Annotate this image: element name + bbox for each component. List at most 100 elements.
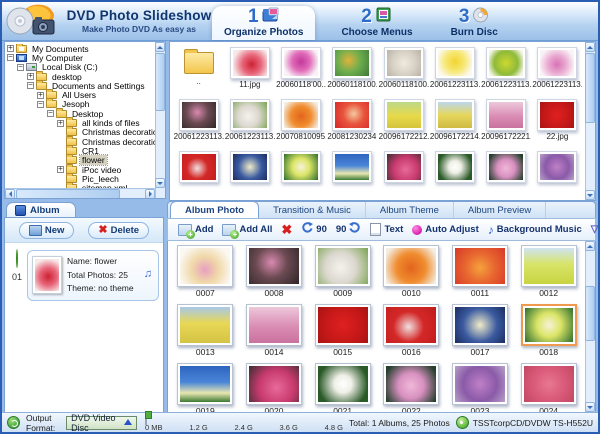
photo-item-0022[interactable]: 0022: [377, 360, 446, 412]
add-photo-button[interactable]: Add: [178, 224, 213, 236]
scroll-down-icon[interactable]: [155, 178, 165, 188]
file-item[interactable]: [378, 148, 429, 200]
photo-item-0010[interactable]: 0010: [377, 242, 446, 301]
step-organize-photos[interactable]: 1 Organize Photos: [212, 6, 315, 40]
photo-item-0008[interactable]: 0008: [240, 242, 309, 301]
rotate-right-button[interactable]: 90: [336, 222, 362, 237]
rotate-left-button[interactable]: 90: [301, 222, 327, 237]
files-vertical-scrollbar[interactable]: [585, 42, 595, 200]
file-item[interactable]: 20061223113...: [224, 96, 275, 148]
tree-item-pic-leech[interactable]: Pic_leech: [6, 174, 155, 183]
photo-item-0018[interactable]: 0018: [514, 301, 583, 360]
collapse-icon[interactable]: −: [7, 54, 14, 61]
photo-item-0016[interactable]: 0016: [377, 301, 446, 360]
auto-adjust-button[interactable]: Auto Adjust: [412, 224, 478, 235]
file-item[interactable]: 20061223113...: [173, 96, 224, 148]
photo-item-0023[interactable]: 0023: [446, 360, 515, 412]
photo-item-0013[interactable]: 0013: [171, 301, 240, 360]
file-item[interactable]: [429, 148, 480, 200]
album-tab[interactable]: Album: [6, 202, 76, 218]
expand-icon[interactable]: +: [7, 45, 14, 52]
tree-item-jesoph[interactable]: −Jesoph: [6, 100, 155, 109]
new-album-button[interactable]: New: [19, 222, 75, 239]
scroll-left-icon[interactable]: [5, 189, 15, 199]
add-all-button[interactable]: Add All: [222, 224, 272, 236]
tab-transition-music[interactable]: Transition & Music: [259, 202, 366, 218]
photo-item-0019[interactable]: 0019: [171, 360, 240, 412]
tree-vscroll-thumb[interactable]: [155, 53, 165, 111]
scroll-up-icon[interactable]: [585, 241, 595, 251]
step-choose-menus[interactable]: 2 Choose Menus: [329, 6, 424, 40]
file-item[interactable]: 20061223113...: [429, 44, 480, 96]
file-item[interactable]: 11.jpg: [224, 44, 275, 96]
step-burn-disc[interactable]: 3 Burn Disc: [439, 6, 510, 40]
delete-album-button[interactable]: ✖ Delete: [88, 222, 149, 239]
tree-item-flower[interactable]: flower: [6, 156, 155, 165]
photo-item-0012[interactable]: 0012: [514, 242, 583, 301]
file-item[interactable]: 20061223113...: [532, 44, 583, 96]
photos-vertical-scrollbar[interactable]: [585, 241, 595, 412]
file-item[interactable]: 20096172212...: [378, 96, 429, 148]
expand-icon[interactable]: +: [27, 73, 34, 80]
file-item[interactable]: 20060118100...: [378, 44, 429, 96]
file-item[interactable]: [276, 148, 327, 200]
scroll-up-icon[interactable]: [585, 42, 595, 52]
file-item[interactable]: [481, 148, 532, 200]
file-item[interactable]: 20060118100...: [327, 44, 378, 96]
scroll-up-icon[interactable]: [155, 42, 165, 52]
tree-vertical-scrollbar[interactable]: [155, 42, 165, 198]
file-item[interactable]: [224, 148, 275, 200]
collapse-icon[interactable]: −: [27, 82, 34, 89]
tree-item-all-kinds-of-files[interactable]: +all kinds of files: [6, 118, 155, 127]
file-item[interactable]: 20096172214...: [429, 96, 480, 148]
text-button[interactable]: Text: [370, 223, 403, 236]
tree-horizontal-scrollbar[interactable]: [5, 188, 155, 198]
photo-item-0009[interactable]: 0009: [308, 242, 377, 301]
tab-album-photo[interactable]: Album Photo: [170, 201, 259, 218]
album-card[interactable]: Name: flower Total Photos: 25 Theme: no …: [27, 250, 159, 301]
output-format-dropdown[interactable]: DVD Video Disc: [66, 416, 137, 430]
tree-item-my-computer[interactable]: −My Computer: [6, 53, 155, 62]
file-item[interactable]: 20070810095...: [276, 96, 327, 148]
photo-item-0017[interactable]: 0017: [446, 301, 515, 360]
album-list-item[interactable]: 01 Name: flower Total Photos: 25 Theme: …: [7, 250, 159, 301]
tree-item-local-disk-c[interactable]: −Local Disk (C:): [6, 63, 155, 72]
remove-photo-button[interactable]: ✖: [281, 225, 292, 234]
tree-item-documents-and-settings[interactable]: −Documents and Settings: [6, 81, 155, 90]
collapse-icon[interactable]: −: [17, 64, 24, 71]
file-item[interactable]: 20061223113...: [481, 44, 532, 96]
play-album-icon[interactable]: [16, 249, 18, 268]
scroll-right-icon[interactable]: [145, 189, 155, 199]
scroll-down-icon[interactable]: [585, 190, 595, 200]
photo-item-0014[interactable]: 0014: [240, 301, 309, 360]
photo-item-0021[interactable]: 0021: [308, 360, 377, 412]
file-item[interactable]: 20096172221...: [481, 96, 532, 148]
tree-item-cr1[interactable]: CR1: [6, 146, 155, 155]
tree-item-my-documents[interactable]: +My Documents: [6, 44, 155, 53]
tab-album-theme[interactable]: Album Theme: [366, 202, 454, 218]
expand-icon[interactable]: +: [37, 92, 44, 99]
scroll-down-icon[interactable]: [585, 402, 595, 412]
photos-vscroll-thumb[interactable]: [585, 286, 595, 341]
photo-item-0007[interactable]: 0007: [171, 242, 240, 301]
tree-item-christmas-decorations[interactable]: Christmas decorations: [6, 137, 155, 146]
parent-folder-item[interactable]: ..: [173, 44, 224, 96]
file-item[interactable]: [327, 148, 378, 200]
expand-icon[interactable]: +: [57, 166, 64, 173]
tree-item-ipoc-video[interactable]: +iPoc video: [6, 165, 155, 174]
tab-album-preview[interactable]: Album Preview: [454, 202, 546, 218]
photo-item-0011[interactable]: 0011: [446, 242, 515, 301]
background-music-button[interactable]: ♪ Background Music: [488, 224, 582, 235]
file-item[interactable]: 22.jpg: [532, 96, 583, 148]
expand-icon[interactable]: +: [57, 120, 64, 127]
more-button[interactable]: ▽ More...: [591, 224, 600, 235]
photo-item-0020[interactable]: 0020: [240, 360, 309, 412]
tree-item-desktop[interactable]: −Desktop: [6, 109, 155, 118]
collapse-icon[interactable]: −: [47, 110, 54, 117]
tree-item-christmas-decoration1[interactable]: Christmas decoration1: [6, 128, 155, 137]
photo-item-0024[interactable]: 0024: [514, 360, 583, 412]
file-item[interactable]: [532, 148, 583, 200]
tree-item-all-users[interactable]: +All Users: [6, 90, 155, 99]
photo-item-0015[interactable]: 0015: [308, 301, 377, 360]
tree-hscroll-thumb[interactable]: [16, 189, 120, 199]
